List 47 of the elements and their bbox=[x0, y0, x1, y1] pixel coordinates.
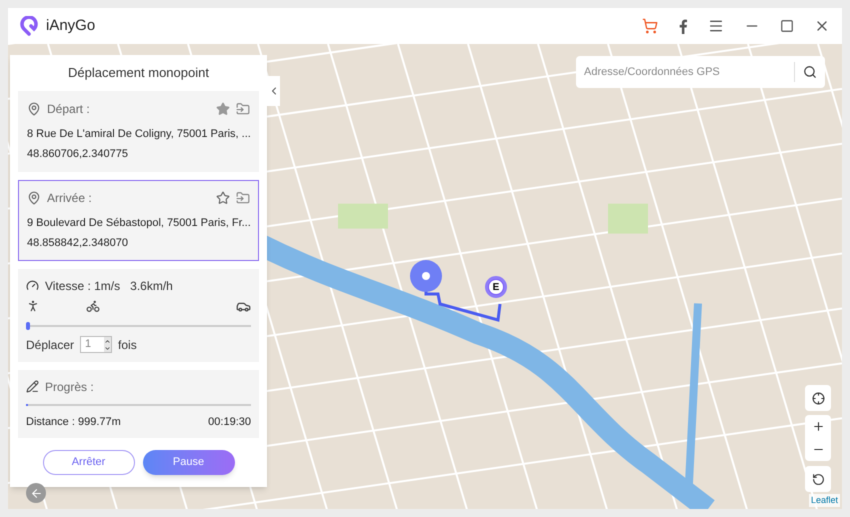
progress-label: Progrès : bbox=[45, 378, 94, 396]
increment-icon[interactable] bbox=[104, 338, 112, 344]
location-pin-icon bbox=[27, 102, 41, 116]
coordinates-text: 48.860706,2.340775 bbox=[27, 147, 129, 162]
folder-icon[interactable] bbox=[236, 190, 250, 204]
speed-label: Vitesse : 1m/s bbox=[45, 278, 120, 294]
back-arrow-icon[interactable] bbox=[30, 486, 42, 500]
speed-reading: 3.6km/h bbox=[130, 278, 173, 294]
repeat-count-field[interactable]: 1 bbox=[80, 336, 112, 353]
pen-icon bbox=[26, 380, 39, 393]
walking-icon[interactable] bbox=[26, 299, 40, 313]
address-text: 9 Boulevard De Sébastopol, 75001 Paris, Fr... bbox=[27, 216, 250, 230]
cart-icon[interactable] bbox=[642, 18, 658, 34]
coordinates-text: 48.858842,2.348070 bbox=[27, 236, 129, 251]
locate-button[interactable] bbox=[805, 385, 831, 411]
app-logo-icon bbox=[20, 16, 38, 36]
distance-text: Distance : 999.77m bbox=[26, 414, 121, 430]
bicycle-icon[interactable] bbox=[86, 299, 100, 313]
window-title: iAnyGo bbox=[46, 16, 96, 36]
favorite-star-icon[interactable] bbox=[216, 190, 230, 204]
times-label: fois bbox=[118, 336, 137, 354]
plus-icon[interactable] bbox=[812, 420, 824, 433]
maximize-icon[interactable] bbox=[780, 19, 794, 33]
duration-text: 00:19:30 bbox=[208, 414, 251, 430]
speedometer-icon bbox=[26, 279, 39, 292]
move-label: Déplacer bbox=[26, 336, 74, 354]
pause-button[interactable]: Pause bbox=[142, 450, 234, 475]
facebook-icon[interactable] bbox=[678, 18, 688, 34]
panel-title: Déplacement monopoint bbox=[67, 64, 210, 82]
reset-button[interactable] bbox=[805, 466, 831, 492]
locate-icon[interactable] bbox=[812, 392, 824, 404]
menu-icon[interactable] bbox=[708, 18, 724, 34]
point-card[interactable]: Arrivée : 9 Boulevard De Sébastopol, 75001 Paris, Fr... 48.858842,2.348070 bbox=[18, 180, 259, 260]
stop-button[interactable]: Arrêter bbox=[42, 450, 134, 475]
favorite-star-icon[interactable] bbox=[216, 102, 230, 116]
address-text: 8 Rue De L'amiral De Coligny, 75001 Paris, ... bbox=[27, 126, 250, 142]
speed-slider[interactable] bbox=[26, 322, 251, 330]
point-label: Départ : bbox=[47, 100, 90, 118]
search-icon[interactable] bbox=[803, 65, 817, 79]
slider-thumb[interactable] bbox=[26, 322, 30, 330]
reset-icon[interactable] bbox=[812, 472, 824, 486]
location-pin-icon bbox=[27, 190, 41, 204]
folder-icon[interactable] bbox=[236, 102, 250, 116]
point-label: Arrivée : bbox=[47, 190, 92, 206]
decrement-icon[interactable] bbox=[104, 344, 112, 352]
collapse-panel-tab[interactable] bbox=[267, 76, 280, 106]
point-card[interactable]: Départ : 8 Rue De L'amiral De Coligny, 75001 Paris, ... 48.860706,2.340775 bbox=[18, 90, 259, 172]
